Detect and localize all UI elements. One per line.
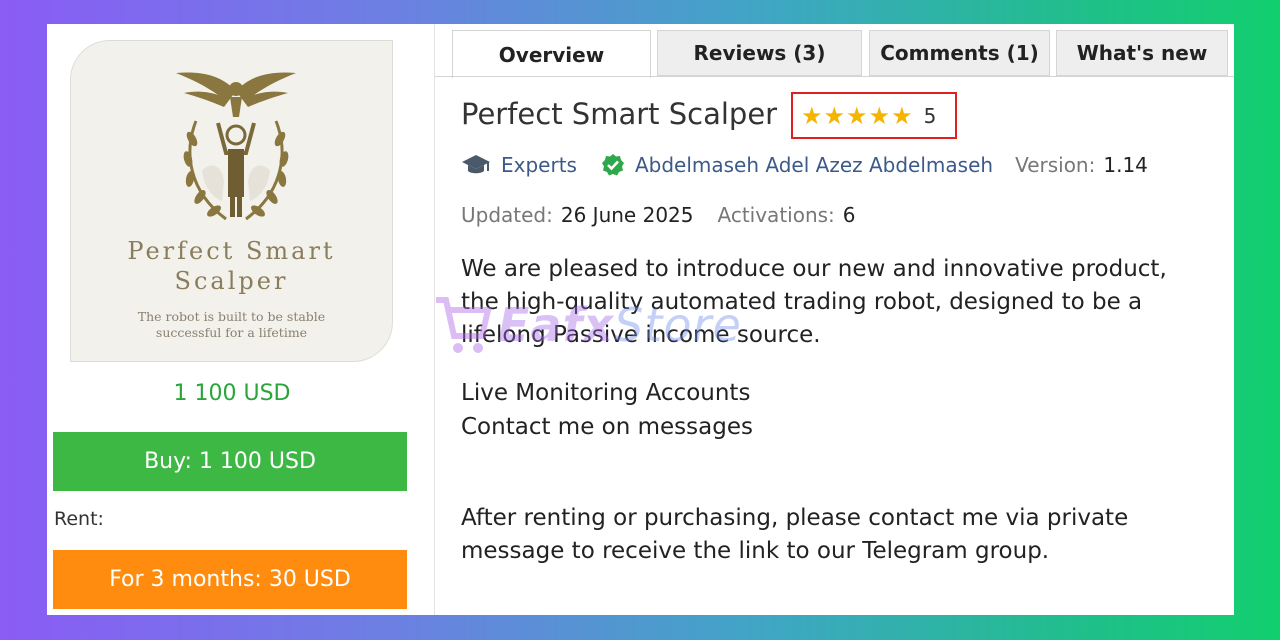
description-line: After renting or purchasing, please cont… [461, 505, 1129, 531]
product-title: Perfect Smart Scalper [461, 97, 778, 131]
version-value: 1.14 [1103, 153, 1148, 177]
star-icon: ★ [868, 101, 891, 130]
star-icon: ★ [846, 101, 868, 130]
product-sidebar: Perfect Smart Scalper The robot is built… [47, 24, 435, 615]
version-label: Version: [1015, 153, 1096, 177]
star-icon: ★ [823, 101, 846, 130]
star-icon: ★ [891, 101, 913, 130]
meta-row: Experts Abdelmaseh Adel Azez Abdelmaseh … [461, 151, 1148, 179]
image-title-line1: Perfect Smart [127, 237, 336, 265]
verified-check-icon [601, 154, 624, 176]
rating-value: 5 [923, 103, 937, 128]
description-line: We are pleased to introduce our new and … [461, 256, 1167, 282]
live-monitoring-text: Live Monitoring Accounts [461, 380, 751, 406]
category-link[interactable]: Experts [501, 153, 577, 177]
activations-value: 6 [842, 203, 856, 227]
telegram-paragraph: After renting or purchasing, please cont… [461, 502, 1221, 568]
meta-row-updated: Updated: 26 June 2025 Activations: 6 [461, 203, 856, 227]
rent-label: Rent: [54, 508, 104, 530]
image-subtitle-line1: The robot is built to be stable [137, 309, 326, 324]
contact-text: Contact me on messages [461, 414, 753, 440]
product-image: Perfect Smart Scalper The robot is built… [70, 40, 393, 362]
author-link[interactable]: Abdelmaseh Adel Azez Abdelmaseh [635, 153, 993, 177]
tab-divider [435, 76, 1234, 77]
product-card: Perfect Smart Scalper The robot is built… [47, 24, 1234, 615]
rent-3-months-button[interactable]: For 3 months: 30 USD [53, 550, 407, 609]
updated-value: 26 June 2025 [560, 203, 694, 227]
image-subtitle-line2: successful for a lifetime [155, 325, 308, 340]
monitoring-paragraph: Live Monitoring Accounts Contact me on m… [461, 376, 753, 444]
product-details: Overview Reviews (3) Comments (1) What's… [435, 24, 1234, 615]
description-line: lifelong Passive income source. [461, 322, 821, 348]
description-paragraph: We are pleased to introduce our new and … [461, 253, 1231, 352]
updated-label: Updated: [461, 203, 553, 227]
activations-label: Activations: [717, 203, 835, 227]
star-icon: ★ [801, 101, 823, 130]
eagle-emblem-icon [176, 72, 296, 221]
image-title-line2: Scalper [174, 267, 289, 295]
product-price: 1 100 USD [173, 381, 291, 406]
description-line: message to receive the link to our Teleg… [461, 538, 1050, 564]
tab-comments[interactable]: Comments (1) [869, 30, 1050, 76]
buy-button[interactable]: Buy: 1 100 USD [53, 432, 407, 491]
graduation-cap-icon [462, 155, 490, 174]
rating-box[interactable]: ★ ★ ★ ★ ★ 5 [791, 92, 957, 139]
description-line: the high-quality automated trading robot… [461, 289, 1143, 315]
tab-reviews[interactable]: Reviews (3) [657, 30, 862, 76]
tab-whats-new[interactable]: What's new [1056, 30, 1228, 76]
tab-overview[interactable]: Overview [452, 30, 651, 78]
